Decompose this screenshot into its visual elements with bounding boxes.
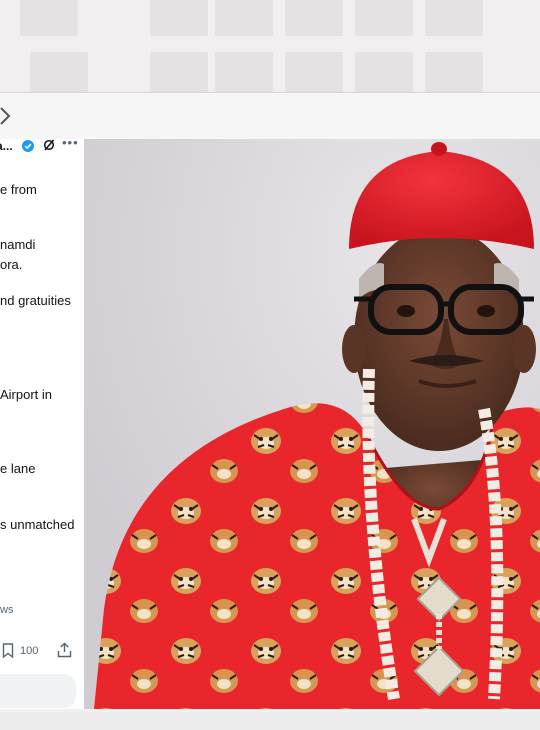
tweet-text-line: namdi — [0, 237, 36, 252]
tweet-text-line: ora. — [0, 257, 23, 272]
tweet-text-line: e from — [0, 182, 37, 197]
share-icon[interactable] — [57, 642, 72, 658]
tweet-text-line: nd gratuities — [0, 293, 71, 308]
more-icon[interactable]: ••• — [62, 139, 79, 150]
views-count: ws — [0, 604, 14, 616]
blurred-background — [0, 0, 540, 95]
tweet-header: a... ••• — [0, 139, 84, 153]
portrait-photo — [84, 139, 540, 709]
bookmark-count: 100 — [20, 645, 39, 657]
author-name[interactable]: a... — [0, 139, 13, 153]
chevron-right-icon[interactable] — [0, 105, 12, 127]
tweet-actions: 100 — [0, 641, 84, 661]
grok-icon[interactable] — [43, 139, 55, 151]
bookmark-icon[interactable] — [2, 643, 14, 658]
browser-toolbar — [0, 92, 540, 140]
blurred-background-bottom — [0, 712, 540, 730]
reply-input[interactable] — [0, 674, 76, 708]
tweet-text-line: e lane — [0, 461, 36, 476]
tweet-image[interactable] — [84, 139, 540, 709]
tweet-text-line: s unmatched — [0, 517, 75, 532]
verified-badge-icon — [22, 140, 34, 152]
tweet-text-line: Airport in — [0, 387, 53, 402]
tweet-panel: a... ••• e from namdi ora. nd gratuities… — [0, 139, 84, 709]
